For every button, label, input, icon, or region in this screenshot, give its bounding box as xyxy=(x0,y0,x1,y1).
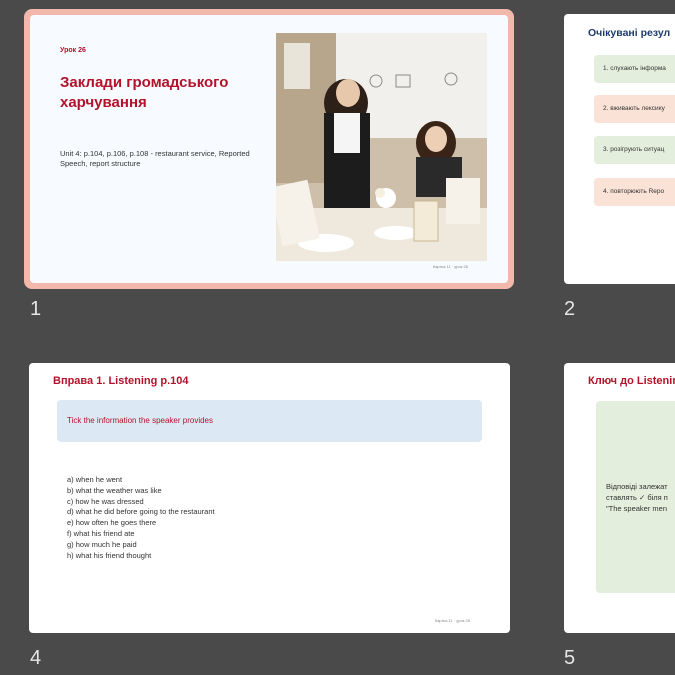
slide-footer: Картка 11 · урок 26 xyxy=(434,618,470,623)
instruction-box: Tick the information the speaker provide… xyxy=(57,400,482,442)
slide-number-1: 1 xyxy=(30,298,42,320)
outcome-item: 4. повторюють Repo xyxy=(594,178,675,206)
outcome-item: 3. розігрують ситуац xyxy=(594,136,675,164)
slide-5-canvas: Ключ до Listenin Відповіді залежат ставл… xyxy=(564,363,675,633)
list-item: d) what he did before going to the resta… xyxy=(67,507,215,517)
answer-box: Відповіді залежат ставлять ✓ біля п "The… xyxy=(596,401,675,593)
slide-thumbnail-5[interactable]: Ключ до Listenin Відповіді залежат ставл… xyxy=(564,363,675,633)
list-item: f) what his friend ate xyxy=(67,528,135,538)
slide-number-4: 4 xyxy=(30,647,42,669)
outcome-item: 1. слухають інформа xyxy=(594,55,675,83)
list-item: b) what the weather was like xyxy=(67,485,162,495)
slide-title: Очікувані резул xyxy=(588,27,671,39)
list-item: h) what his friend thought xyxy=(67,550,152,560)
slide-sorter: Урок 26 Заклади громадського харчування … xyxy=(0,0,675,675)
slide-title: Ключ до Listenin xyxy=(588,375,675,387)
list-item: c) how he was dressed xyxy=(67,496,144,506)
answer-line: Відповіді залежат xyxy=(606,482,668,491)
list-item: e) how often he goes there xyxy=(67,518,157,528)
lesson-label: Урок 26 xyxy=(60,47,86,54)
list-item: g) how much he paid xyxy=(67,539,137,549)
slide-title: Заклади громадського харчування xyxy=(60,74,229,111)
instruction-text: Tick the information the speaker provide… xyxy=(67,416,213,425)
slide-2-canvas: Очікувані резул 1. слухають інформа 2. в… xyxy=(564,14,675,284)
exercise-list: a) when he went b) what the weather was … xyxy=(67,475,215,561)
slide-title: Вправа 1. Listening p.104 xyxy=(53,375,189,387)
slide-1-canvas: Урок 26 Заклади громадського харчування … xyxy=(30,15,508,283)
list-item: a) when he went xyxy=(67,475,123,484)
slide-4-canvas: Вправа 1. Listening p.104 Tick the infor… xyxy=(29,363,510,633)
slide-thumbnail-2[interactable]: Очікувані резул 1. слухають інформа 2. в… xyxy=(564,14,675,284)
slide-thumbnail-4[interactable]: Вправа 1. Listening p.104 Tick the infor… xyxy=(29,363,510,633)
slide-number-5: 5 xyxy=(564,647,576,669)
answer-line: ставлять ✓ біля п xyxy=(606,493,668,502)
slide-subtitle: Unit 4: p.104, p.106, p.108 - restaurant… xyxy=(60,149,250,168)
answer-text: Відповіді залежат ставлять ✓ біля п "The… xyxy=(606,481,668,514)
slide-footer: Картка 11 · урок 26 xyxy=(432,264,468,269)
answer-line: "The speaker men xyxy=(606,504,668,513)
outcome-item: 2. вживають лексику xyxy=(594,95,675,123)
slide-number-2: 2 xyxy=(564,298,576,320)
slide-thumbnail-1[interactable]: Урок 26 Заклади громадського харчування … xyxy=(24,9,514,289)
restaurant-illustration xyxy=(276,33,487,261)
restaurant-photo xyxy=(276,33,487,261)
